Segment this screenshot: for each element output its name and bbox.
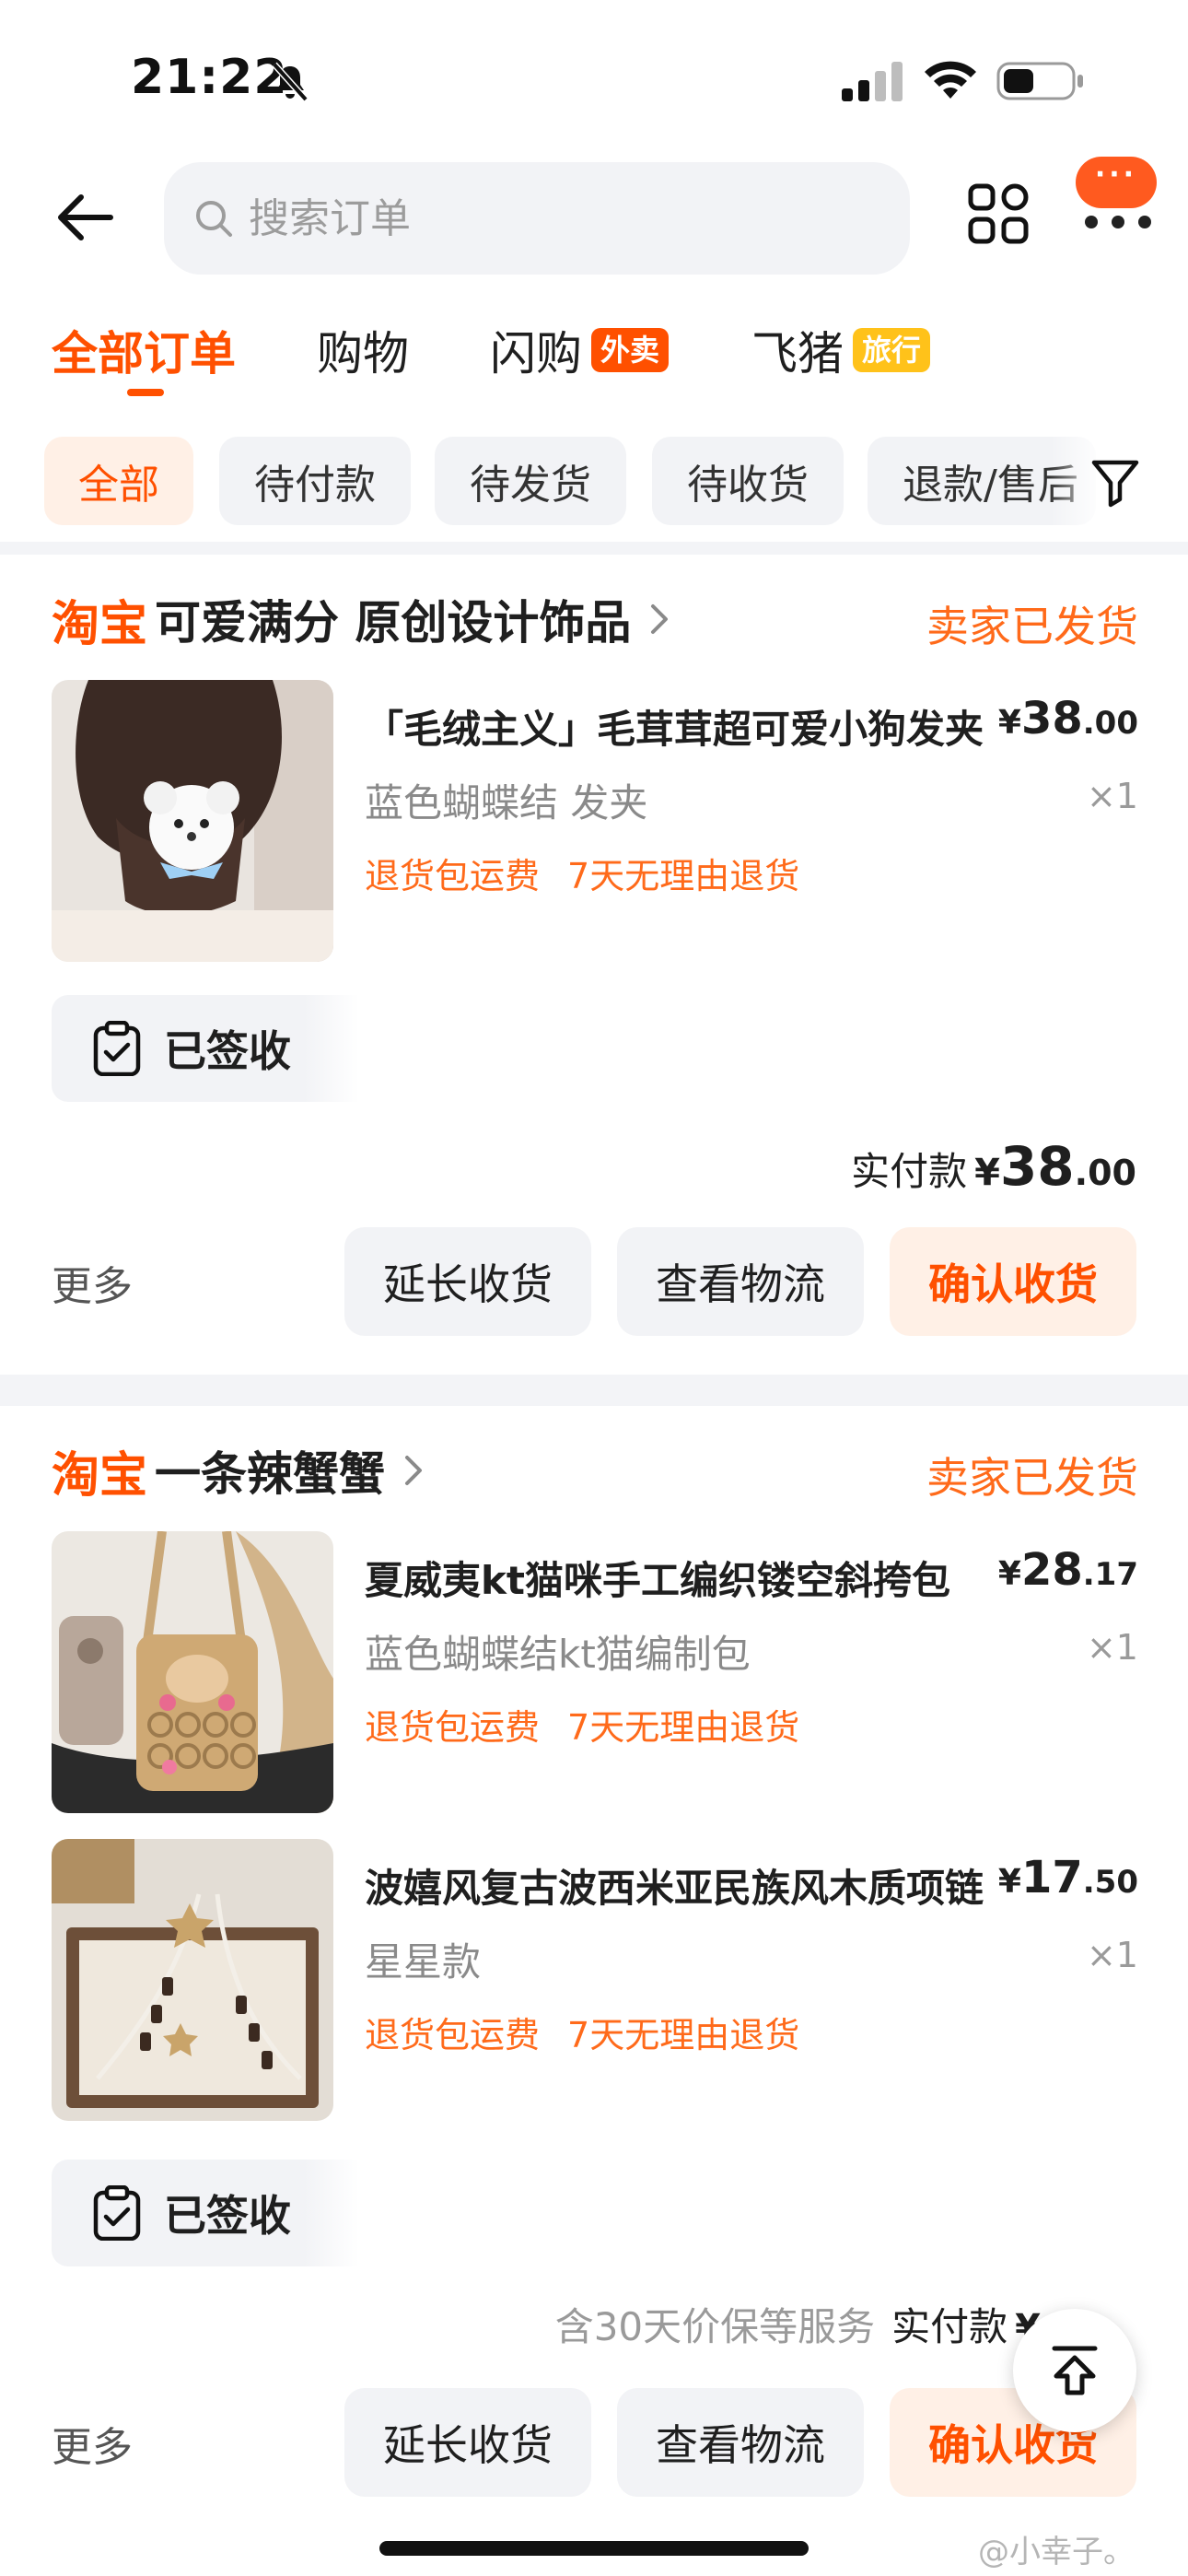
service-tag: 退货包运费 — [365, 856, 541, 896]
tab-all-orders[interactable]: 全部订单 — [52, 317, 236, 383]
filter-pending-payment[interactable]: 待付款 — [219, 437, 411, 525]
logistics-signed-pill[interactable]: 已签收 — [52, 995, 319, 1102]
confirm-receipt-button[interactable]: 确认收货 — [890, 1227, 1136, 1336]
filter-pending-shipment[interactable]: 待发货 — [435, 437, 626, 525]
tab-shopping[interactable]: 购物 — [317, 317, 409, 383]
extend-receipt-button[interactable]: 延长收货 — [344, 2388, 591, 2497]
service-tag: 7天无理由退货 — [567, 1707, 800, 1748]
status-time: 21:22 — [131, 50, 288, 105]
product-spec: 星星款 — [365, 1939, 482, 1985]
service-tag: 7天无理由退货 — [567, 2015, 800, 2055]
service-tag: 退货包运费 — [365, 1707, 541, 1748]
back-button[interactable] — [48, 184, 122, 251]
clipboard-check-icon — [93, 2185, 141, 2241]
more-dots-icon — [1085, 208, 1151, 236]
product-title: 夏威夷kt猫咪手工编织镂空斜挎包 — [365, 1558, 951, 1603]
status-filter-row: 全部 待付款 待发货 待收货 退款/售后 — [0, 433, 1188, 525]
order-item[interactable]: 「毛绒主义」毛茸茸超可爱小狗发夹 ¥38.00 蓝色蝴蝶结 发夹 ×1 退货包运… — [52, 680, 1138, 966]
product-spec: 蓝色蝴蝶结kt猫编制包 — [365, 1632, 751, 1677]
shop-name: 可爱满分 原创设计饰品 — [155, 596, 632, 650]
product-image-wooden-necklace — [52, 1839, 333, 2121]
service-tag: 退货包运费 — [365, 2015, 541, 2055]
more-actions-link[interactable]: 更多 — [52, 1253, 133, 1312]
taobao-logo: 淘宝 — [52, 1447, 148, 1504]
order-card: 淘宝 一条辣蟹蟹 卖家已发货 夏威夷kt猫咪手工编织镂空斜挎包 ¥28.17 蓝… — [0, 1406, 1188, 2576]
filter-funnel-icon[interactable] — [1087, 453, 1144, 510]
arrow-left-icon — [58, 194, 113, 240]
payment-summary: 含30天价保等服务 实付款 ¥ — [555, 2296, 1041, 2352]
shop-header[interactable]: 淘宝 一条辣蟹蟹 卖家已发货 — [52, 1434, 1138, 1507]
tab-label: 购物 — [317, 327, 409, 381]
extend-receipt-button[interactable]: 延长收货 — [344, 1227, 591, 1336]
battery-icon — [996, 62, 1083, 100]
service-tags: 退货包运费 7天无理由退货 — [365, 848, 799, 898]
product-image-kt-crochet-bag — [52, 1531, 333, 1813]
taobao-logo: 淘宝 — [52, 596, 148, 652]
order-category-tabs: 全部订单 购物 闪购 外卖 飞猪 旅行 — [0, 313, 1188, 405]
more-menu-button[interactable]: ··· — [1076, 157, 1157, 236]
arrow-up-icon — [1052, 2346, 1098, 2395]
tab-label: 全部订单 — [52, 327, 236, 381]
service-tag: 7天无理由退货 — [567, 856, 800, 896]
product-image-dog-hairclip — [52, 680, 333, 962]
product-price: ¥38.00 — [997, 693, 1138, 744]
order-card: 淘宝 可爱满分 原创设计饰品 卖家已发货 「毛绒主义」毛茸茸超可爱小狗发夹 ¥3… — [0, 555, 1188, 1375]
paid-amount: ¥38.00 — [974, 1135, 1136, 1198]
tab-label: 闪购 — [490, 327, 582, 381]
order-item[interactable]: 波嬉风复古波西米亚民族风木质项链 ¥17.50 星星款 ×1 退货包运费 7天无… — [52, 1839, 1138, 2125]
product-quantity: ×1 — [1086, 776, 1138, 816]
search-bar[interactable] — [164, 162, 910, 275]
message-bubble-icon: ··· — [1076, 157, 1157, 208]
tab-fliggy[interactable]: 飞猪 旅行 — [751, 317, 931, 383]
payment-summary: 实付款 ¥38.00 — [851, 1135, 1136, 1198]
apps-grid-icon[interactable] — [965, 181, 1031, 247]
active-tab-indicator — [127, 389, 164, 396]
chevron-right-icon — [651, 604, 669, 634]
logistics-signed-pill[interactable]: 已签收 — [52, 2160, 319, 2266]
product-price: ¥17.50 — [997, 1852, 1138, 1903]
home-indicator[interactable] — [379, 2541, 809, 2556]
product-spec: 蓝色蝴蝶结 发夹 — [365, 780, 648, 825]
filter-pending-receipt[interactable]: 待收货 — [652, 437, 844, 525]
travel-badge: 旅行 — [853, 328, 931, 372]
takeout-badge: 外卖 — [591, 328, 670, 372]
product-title: 波嬉风复古波西米亚民族风木质项链 — [365, 1866, 984, 1911]
order-status: 卖家已发货 — [926, 602, 1138, 651]
shop-name: 一条辣蟹蟹 — [155, 1447, 386, 1501]
signed-label: 已签收 — [164, 1026, 291, 1076]
watermark: @小幸子。 — [978, 2534, 1135, 2570]
wifi-icon — [925, 61, 976, 99]
filter-all[interactable]: 全部 — [44, 437, 193, 525]
product-quantity: ×1 — [1086, 1627, 1138, 1668]
paid-label: 实付款 — [891, 2304, 1008, 2349]
scroll-to-top-button[interactable] — [1013, 2309, 1136, 2432]
clipboard-check-icon — [93, 1021, 141, 1076]
search-input[interactable] — [249, 194, 838, 242]
service-tags: 退货包运费 7天无理由退货 — [365, 1699, 799, 1750]
more-actions-link[interactable]: 更多 — [52, 2414, 133, 2473]
signed-fade — [304, 2160, 359, 2266]
product-title: 「毛绒主义」毛茸茸超可爱小狗发夹 — [365, 707, 984, 752]
signed-fade — [304, 995, 359, 1102]
order-actions: 更多 延长收货 查看物流 确认收货 — [0, 1227, 1188, 1336]
product-price: ¥28.17 — [997, 1544, 1138, 1596]
price-protection-note: 含30天价保等服务 — [554, 2304, 876, 2349]
product-quantity: ×1 — [1086, 1935, 1138, 1975]
tab-label: 飞猪 — [751, 327, 844, 381]
view-logistics-button[interactable]: 查看物流 — [617, 1227, 864, 1336]
chevron-right-icon — [405, 1456, 423, 1485]
order-status: 卖家已发货 — [926, 1453, 1138, 1503]
shop-header[interactable]: 淘宝 可爱满分 原创设计饰品 卖家已发货 — [52, 582, 1138, 656]
view-logistics-button[interactable]: 查看物流 — [617, 2388, 864, 2497]
cellular-signal-icon — [842, 62, 903, 101]
search-icon — [196, 201, 232, 237]
status-bar: 21:22 — [0, 0, 1188, 147]
tab-flash-buy[interactable]: 闪购 外卖 — [490, 317, 670, 383]
signed-label: 已签收 — [164, 2191, 291, 2241]
bell-muted-icon — [272, 62, 309, 102]
service-tags: 退货包运费 7天无理由退货 — [365, 2007, 799, 2057]
paid-label: 实付款 — [851, 1149, 968, 1194]
order-actions: 更多 延长收货 查看物流 确认收货 — [0, 2388, 1188, 2497]
order-item[interactable]: 夏威夷kt猫咪手工编织镂空斜挎包 ¥28.17 蓝色蝴蝶结kt猫编制包 ×1 退… — [52, 1531, 1138, 1817]
